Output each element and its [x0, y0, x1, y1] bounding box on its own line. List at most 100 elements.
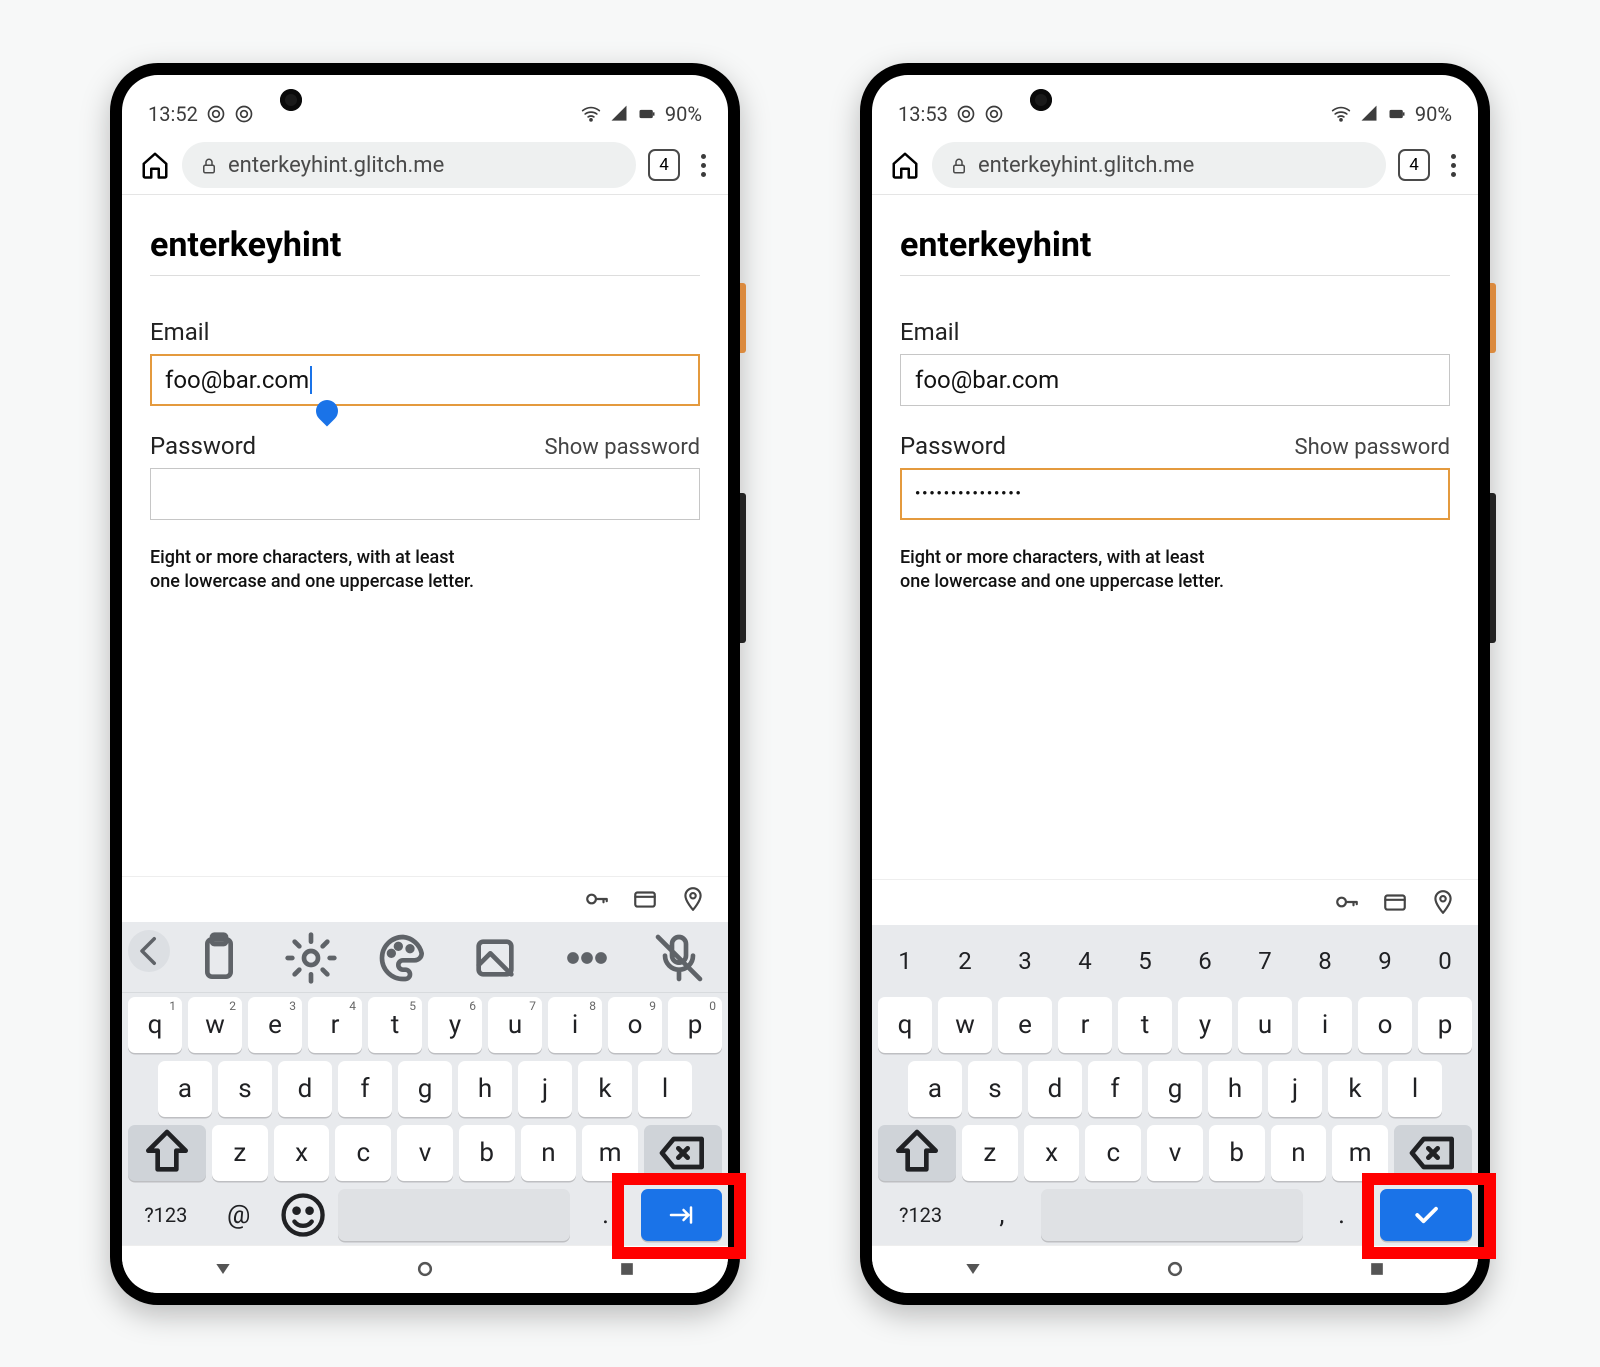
nav-home-icon[interactable]: [415, 1259, 435, 1279]
dots-icon[interactable]: [544, 930, 630, 986]
shift-key[interactable]: [878, 1125, 956, 1181]
symbols-key[interactable]: ?123: [128, 1189, 204, 1241]
key-k[interactable]: k: [578, 1061, 632, 1117]
key-i[interactable]: i: [1298, 997, 1352, 1053]
space-key[interactable]: [1041, 1189, 1303, 1241]
key-@[interactable]: @: [210, 1189, 268, 1241]
key-a[interactable]: a: [908, 1061, 962, 1117]
key-m[interactable]: m: [1332, 1125, 1388, 1181]
key-k[interactable]: k: [1328, 1061, 1382, 1117]
space-key[interactable]: [338, 1189, 571, 1241]
key-z[interactable]: z: [212, 1125, 268, 1181]
chevron-left-icon[interactable]: [128, 930, 170, 972]
key-m[interactable]: m: [582, 1125, 638, 1181]
key-o[interactable]: o9: [608, 997, 662, 1053]
key-q[interactable]: q1: [128, 997, 182, 1053]
nav-home-icon[interactable]: [1165, 1259, 1185, 1279]
key-0[interactable]: 0: [1418, 933, 1472, 989]
key-d[interactable]: d: [1028, 1061, 1082, 1117]
key-,[interactable]: ,: [969, 1189, 1035, 1241]
palette-icon[interactable]: [360, 930, 446, 986]
key-u[interactable]: u: [1238, 997, 1292, 1053]
enter-key-done[interactable]: [1380, 1189, 1472, 1241]
password-input[interactable]: •••••••••••••••: [900, 468, 1450, 520]
key-g[interactable]: g: [1148, 1061, 1202, 1117]
key-v[interactable]: v: [1147, 1125, 1203, 1181]
key-h[interactable]: h: [1208, 1061, 1262, 1117]
key-n[interactable]: n: [1271, 1125, 1327, 1181]
key-n[interactable]: n: [521, 1125, 577, 1181]
key-a[interactable]: a: [158, 1061, 212, 1117]
key-c[interactable]: c: [1085, 1125, 1141, 1181]
key-icon[interactable]: [584, 886, 610, 912]
symbols-key[interactable]: ?123: [878, 1189, 963, 1241]
show-password-link[interactable]: Show password: [545, 435, 700, 460]
password-input[interactable]: [150, 468, 700, 520]
email-input[interactable]: foo@bar.com: [900, 354, 1450, 406]
address-bar[interactable]: enterkeyhint.glitch.me: [182, 142, 636, 188]
key-v[interactable]: v: [397, 1125, 453, 1181]
tab-count[interactable]: 4: [648, 149, 680, 181]
key-d[interactable]: d: [278, 1061, 332, 1117]
nav-recent-icon[interactable]: [617, 1259, 637, 1279]
key-o[interactable]: o: [1358, 997, 1412, 1053]
key-w[interactable]: w: [938, 997, 992, 1053]
key-y[interactable]: y6: [428, 997, 482, 1053]
mic-off-icon[interactable]: [636, 930, 722, 986]
key-j[interactable]: j: [518, 1061, 572, 1117]
key-j[interactable]: j: [1268, 1061, 1322, 1117]
pin-icon[interactable]: [1430, 889, 1456, 915]
square-icon[interactable]: [452, 930, 538, 986]
key-x[interactable]: x: [1024, 1125, 1080, 1181]
key-s[interactable]: s: [218, 1061, 272, 1117]
key-e[interactable]: e: [998, 997, 1052, 1053]
key-b[interactable]: b: [459, 1125, 515, 1181]
key-period[interactable]: .: [576, 1189, 634, 1241]
key-1[interactable]: 1: [878, 933, 932, 989]
pin-icon[interactable]: [680, 886, 706, 912]
key-f[interactable]: f: [338, 1061, 392, 1117]
backspace-key[interactable]: [644, 1125, 722, 1181]
menu-icon[interactable]: [1442, 154, 1464, 177]
key-s[interactable]: s: [968, 1061, 1022, 1117]
backspace-key[interactable]: [1394, 1125, 1472, 1181]
key-7[interactable]: 7: [1238, 933, 1292, 989]
key-l[interactable]: l: [1388, 1061, 1442, 1117]
card-icon[interactable]: [632, 886, 658, 912]
key-c[interactable]: c: [335, 1125, 391, 1181]
key-u[interactable]: u7: [488, 997, 542, 1053]
key-4[interactable]: 4: [1058, 933, 1112, 989]
shift-key[interactable]: [128, 1125, 206, 1181]
nav-back-icon[interactable]: [963, 1259, 983, 1279]
key-w[interactable]: w2: [188, 997, 242, 1053]
key-h[interactable]: h: [458, 1061, 512, 1117]
show-password-link[interactable]: Show password: [1295, 435, 1450, 460]
key-p[interactable]: p: [1418, 997, 1472, 1053]
key-f[interactable]: f: [1088, 1061, 1142, 1117]
nav-recent-icon[interactable]: [1367, 1259, 1387, 1279]
key-r[interactable]: r4: [308, 997, 362, 1053]
nav-back-icon[interactable]: [213, 1259, 233, 1279]
key-t[interactable]: t5: [368, 997, 422, 1053]
key-g[interactable]: g: [398, 1061, 452, 1117]
key-y[interactable]: y: [1178, 997, 1232, 1053]
home-icon[interactable]: [890, 150, 920, 180]
key-period[interactable]: .: [1309, 1189, 1375, 1241]
key-3[interactable]: 3: [998, 933, 1052, 989]
card-icon[interactable]: [1382, 889, 1408, 915]
key-e[interactable]: e3: [248, 997, 302, 1053]
tab-count[interactable]: 4: [1398, 149, 1430, 181]
emoji-key[interactable]: [274, 1189, 332, 1241]
key-8[interactable]: 8: [1298, 933, 1352, 989]
gear-icon[interactable]: [268, 930, 354, 986]
key-b[interactable]: b: [1209, 1125, 1265, 1181]
key-5[interactable]: 5: [1118, 933, 1172, 989]
key-6[interactable]: 6: [1178, 933, 1232, 989]
email-input[interactable]: foo@bar.com: [150, 354, 700, 406]
menu-icon[interactable]: [692, 154, 714, 177]
key-l[interactable]: l: [638, 1061, 692, 1117]
key-2[interactable]: 2: [938, 933, 992, 989]
address-bar[interactable]: enterkeyhint.glitch.me: [932, 142, 1386, 188]
clipboard-icon[interactable]: [176, 930, 262, 986]
key-x[interactable]: x: [274, 1125, 330, 1181]
